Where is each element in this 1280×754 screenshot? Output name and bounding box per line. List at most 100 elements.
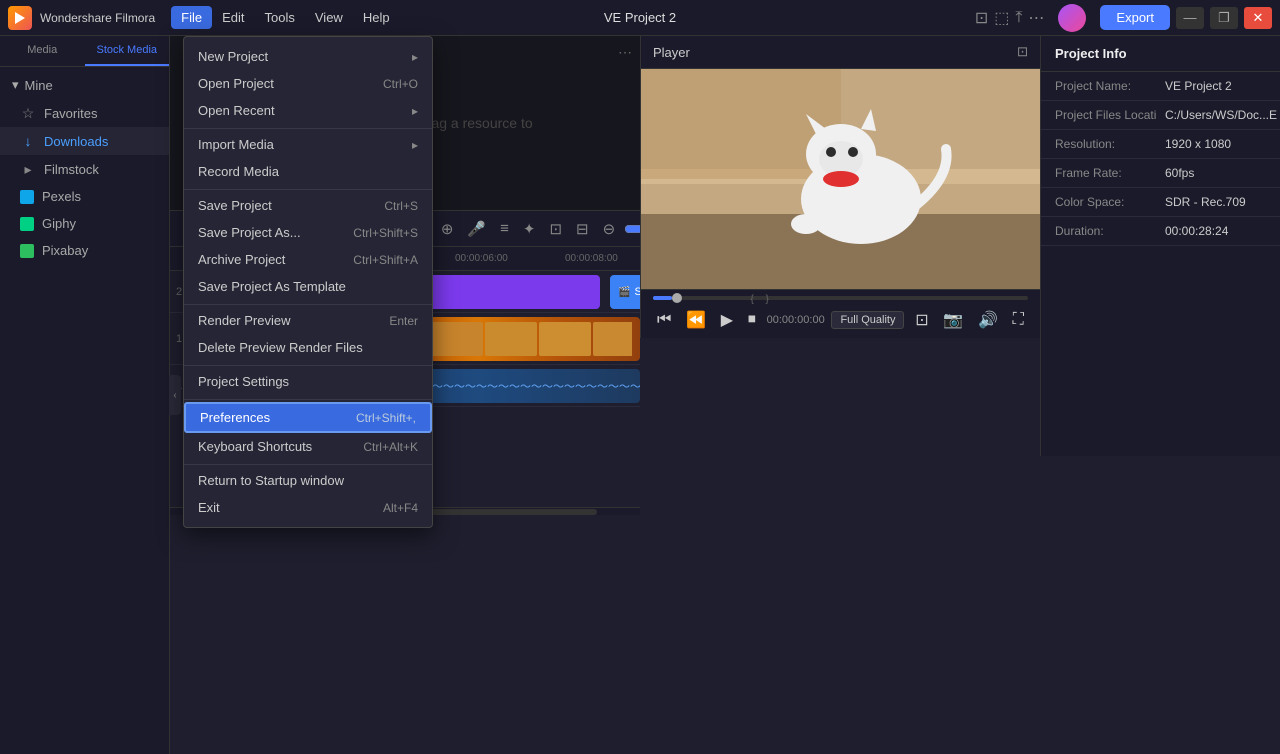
tab-stock-media[interactable]: Stock Media [85, 36, 170, 66]
clip-superheroes-label: Superheroes Cinematic Pack Element 01 [634, 286, 640, 298]
info-value-duration: 00:00:28:24 [1165, 224, 1228, 238]
zoom-out-tl[interactable]: ⊖ [598, 217, 621, 241]
menu-import-media[interactable]: Import Media ▸ [184, 131, 432, 158]
info-row-resolution: Resolution: 1920 x 1080 [1041, 130, 1280, 159]
menu-group-1: New Project ▸ Open Project Ctrl+O Open R… [184, 41, 432, 126]
prev-frame-button[interactable]: ⏮ [653, 309, 675, 331]
quality-button[interactable]: Full Quality [831, 311, 904, 329]
screen-record-button[interactable]: ⊡ [544, 217, 567, 241]
info-value-resolution: 1920 x 1080 [1165, 137, 1231, 151]
open-project-shortcut: Ctrl+O [383, 77, 418, 91]
player-header: Player ⊡ [641, 36, 1040, 69]
preferences-label: Preferences [200, 410, 270, 425]
menu-exit[interactable]: Exit Alt+F4 [184, 494, 432, 521]
toolbar-icon-2[interactable]: ⬚ [994, 8, 1009, 28]
menu-delete-preview[interactable]: Delete Preview Render Files [184, 334, 432, 361]
info-label-location: Project Files Locati [1055, 108, 1165, 122]
tab-media[interactable]: Media [0, 36, 85, 66]
sidebar-collapse-button[interactable]: ‹ [169, 375, 181, 415]
time-display: 00:00:00:00 [767, 314, 825, 326]
menu-group-2: Import Media ▸ Record Media [184, 128, 432, 187]
rewind-button[interactable]: ⏪ [682, 308, 710, 332]
menu-archive-project[interactable]: Archive Project Ctrl+Shift+A [184, 246, 432, 273]
user-avatar[interactable] [1058, 4, 1086, 32]
project-info-panel: Project Info Project Name: VE Project 2 … [1040, 36, 1280, 456]
menu-record-media[interactable]: Record Media [184, 158, 432, 185]
menu-project-settings[interactable]: Project Settings [184, 368, 432, 395]
player-expand-button[interactable]: ⊡ [1017, 44, 1028, 60]
media-tabs: Media Stock Media [0, 36, 169, 67]
menu-open-project[interactable]: Open Project Ctrl+O [184, 70, 432, 97]
record-media-label: Record Media [198, 164, 279, 179]
sidebar-item-pexels[interactable]: Pexels [0, 183, 169, 210]
play-button[interactable]: ▶ [717, 308, 737, 332]
toolbar-icon-1[interactable]: ⊡ [975, 8, 988, 28]
menu-keyboard-shortcuts[interactable]: Keyboard Shortcuts Ctrl+Alt+K [184, 433, 432, 460]
open-recent-arrow: ▸ [412, 104, 418, 118]
menu-file[interactable]: File [171, 6, 212, 29]
cat-video-svg [641, 69, 1040, 289]
star-icon: ☆ [20, 105, 36, 121]
menu-save-project-as[interactable]: Save Project As... Ctrl+Shift+S [184, 219, 432, 246]
sidebar-item-filmstock[interactable]: ▸ Filmstock [0, 155, 169, 183]
menu-new-project[interactable]: New Project ▸ [184, 43, 432, 70]
screenshot-button[interactable]: 📷 [939, 308, 967, 332]
menu-view[interactable]: View [305, 6, 353, 29]
menu-return-startup[interactable]: Return to Startup window [184, 467, 432, 494]
menu-preferences[interactable]: Preferences Ctrl+Shift+, [184, 402, 432, 433]
menu-save-project[interactable]: Save Project Ctrl+S [184, 192, 432, 219]
pip-button[interactable]: ⊟ [571, 217, 594, 241]
minimize-button[interactable]: — [1176, 7, 1204, 29]
menu-open-recent[interactable]: Open Recent ▸ [184, 97, 432, 124]
stop-button[interactable]: ⏹ [744, 309, 760, 331]
export-button[interactable]: Export [1100, 5, 1170, 30]
sidebar-item-giphy[interactable]: Giphy [0, 210, 169, 237]
zoom-slider[interactable] [624, 221, 640, 237]
clip-superheroes[interactable]: 🎬 Superheroes Cinematic Pack Element 01 [610, 275, 640, 309]
volume-button[interactable]: 🔊 [974, 308, 1002, 332]
progress-handle[interactable] [672, 293, 682, 303]
giphy-icon [20, 217, 34, 231]
audio-button[interactable]: 🎤 [462, 217, 491, 241]
menu-render-preview[interactable]: Render Preview Enter [184, 307, 432, 334]
crop-button[interactable]: ⊡ [911, 308, 932, 332]
menu-help[interactable]: Help [353, 6, 400, 29]
sidebar-item-pixabay[interactable]: Pixabay [0, 237, 169, 264]
menu-group-7: Return to Startup window Exit Alt+F4 [184, 464, 432, 523]
sidebar-mine-section[interactable]: ▾ Mine [0, 71, 169, 99]
close-button[interactable]: ✕ [1244, 7, 1272, 29]
menu-tools[interactable]: Tools [255, 6, 305, 29]
toolbar-icon-3[interactable]: ⤒ [1015, 9, 1022, 27]
project-title: VE Project 2 [604, 10, 676, 25]
menu-group-6: Preferences Ctrl+Shift+, Keyboard Shortc… [184, 399, 432, 462]
right-panel: Player ⊡ [640, 36, 1280, 754]
player-video [641, 69, 1040, 289]
filmstock-icon: ▸ [20, 161, 36, 177]
archive-project-shortcut: Ctrl+Shift+A [353, 253, 418, 267]
info-row-name: Project Name: VE Project 2 [1041, 72, 1280, 101]
fx-button[interactable]: ✦ [518, 217, 541, 241]
keyboard-shortcuts-label: Keyboard Shortcuts [198, 439, 312, 454]
more-options-icon[interactable]: ⋯ [618, 44, 632, 61]
project-settings-label: Project Settings [198, 374, 289, 389]
subtitle-button[interactable]: ≡ [495, 217, 514, 240]
menu-save-as-template[interactable]: Save Project As Template [184, 273, 432, 300]
app-name: Wondershare Filmora [40, 11, 155, 25]
menu-edit[interactable]: Edit [212, 6, 254, 29]
save-project-as-shortcut: Ctrl+Shift+S [353, 226, 418, 240]
sidebar-item-favorites[interactable]: ☆ Favorites [0, 99, 169, 127]
control-row: ⏮ ⏪ ▶ ⏹ 00:00:00:00 Full Quality ⊡ 📷 🔊 ⛶ [653, 308, 1028, 332]
render-preview-shortcut: Enter [389, 314, 418, 328]
download-icon: ↓ [20, 133, 36, 149]
menu-group-5: Project Settings [184, 365, 432, 397]
sidebar-item-downloads[interactable]: ↓ Downloads [0, 127, 169, 155]
fullscreen-button[interactable]: ⛶ [1009, 309, 1028, 331]
toolbar-icon-4[interactable]: ⋯ [1028, 8, 1044, 28]
save-project-as-label: Save Project As... [198, 225, 301, 240]
keyboard-shortcuts-shortcut: Ctrl+Alt+K [363, 440, 418, 454]
pixabay-label: Pixabay [42, 243, 88, 258]
progress-bar[interactable]: { } [653, 296, 1028, 300]
maximize-button[interactable]: ❐ [1210, 7, 1238, 29]
info-value-colorspace: SDR - Rec.709 [1165, 195, 1246, 209]
ai-effects-button[interactable]: ⊕ [436, 217, 459, 241]
